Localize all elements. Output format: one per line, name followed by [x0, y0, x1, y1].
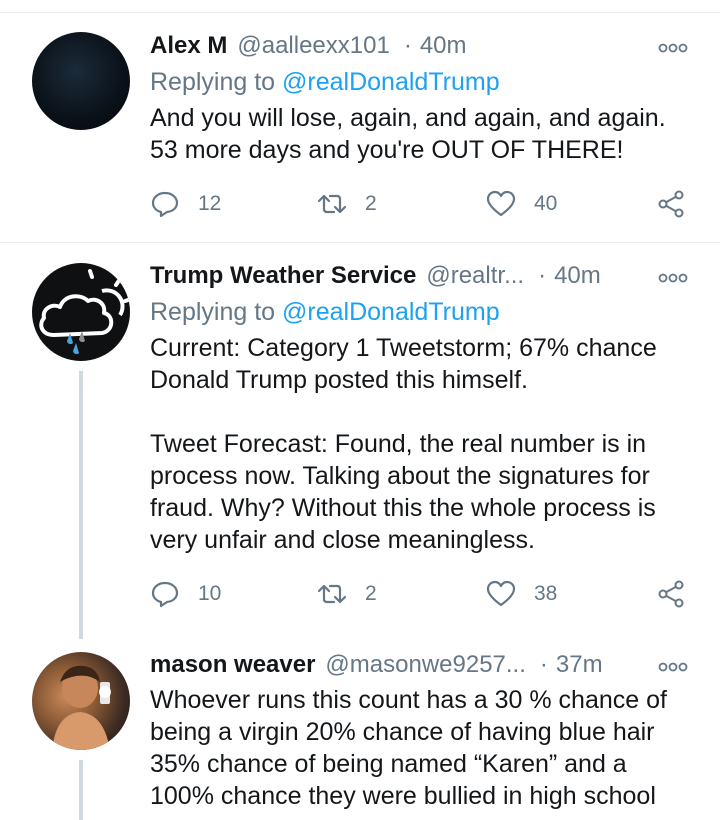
- tweet-header: Trump Weather Service @realtr... · 40m: [150, 259, 690, 293]
- tweet-text: And you will lose, again, and again, and…: [150, 104, 666, 164]
- like-button[interactable]: 40: [486, 186, 557, 222]
- retweet-button[interactable]: 2: [317, 576, 377, 612]
- author-name[interactable]: Trump Weather Service: [150, 262, 416, 290]
- retweet-button[interactable]: 2: [317, 186, 377, 222]
- avatar[interactable]: [32, 652, 130, 750]
- replying-to-line: Replying to @realDonaldTrump: [150, 65, 500, 99]
- more-icon[interactable]: [658, 271, 688, 285]
- like-count: 38: [534, 582, 558, 605]
- replying-prefix: Replying to: [150, 68, 283, 96]
- heart-icon: [486, 190, 516, 217]
- more-icon[interactable]: [658, 660, 688, 674]
- profile-photo: [52, 665, 111, 750]
- retweet-icon: [317, 584, 347, 604]
- author-name[interactable]: Alex M: [150, 32, 227, 60]
- reply-icon: [151, 191, 179, 218]
- author-handle[interactable]: @realtr...: [426, 262, 524, 290]
- tweet-trump-weather-service[interactable]: Trump Weather Service @realtr... · 40m R…: [0, 243, 720, 639]
- reply-count: 10: [198, 582, 222, 605]
- reply-count: 12: [198, 192, 222, 215]
- tweet-mason-weaver[interactable]: mason weaver @masonwe9257... · 37m Whoev…: [0, 632, 720, 820]
- separator-dot: ·: [539, 651, 548, 678]
- tweet-text: Whoever runs this count has a 30 % chanc…: [150, 686, 667, 810]
- mention-link[interactable]: @realDonaldTrump: [282, 68, 500, 96]
- replying-prefix: Replying to: [150, 298, 283, 326]
- retweet-count: 2: [365, 192, 377, 215]
- replying-to-line: Replying to @realDonaldTrump: [150, 295, 500, 329]
- timestamp[interactable]: 40m: [420, 32, 467, 60]
- timestamp[interactable]: 40m: [554, 262, 601, 290]
- reply-button[interactable]: 10: [150, 576, 221, 612]
- heart-icon: [486, 580, 516, 607]
- author-name[interactable]: mason weaver: [150, 651, 315, 679]
- retweet-icon: [317, 194, 347, 214]
- separator-dot: ·: [403, 32, 412, 59]
- share-icon: [658, 190, 684, 218]
- retweet-count: 2: [365, 582, 377, 605]
- like-button[interactable]: 38: [486, 576, 557, 612]
- author-handle[interactable]: @masonwe9257...: [325, 651, 525, 679]
- like-count: 40: [534, 192, 558, 215]
- separator-dot: ·: [538, 262, 547, 289]
- reply-button[interactable]: 12: [150, 186, 221, 222]
- tweet-text: Current: Category 1 Tweetstorm; 67% chan…: [150, 334, 657, 554]
- timestamp[interactable]: 37m: [556, 651, 603, 679]
- more-icon[interactable]: [658, 41, 688, 55]
- avatar[interactable]: [32, 263, 130, 361]
- share-button[interactable]: [656, 186, 686, 222]
- mention-link[interactable]: @realDonaldTrump: [282, 298, 500, 326]
- avatar[interactable]: [32, 32, 130, 130]
- action-bar: 12 2 40: [150, 186, 690, 222]
- thread-line: [79, 371, 83, 639]
- tweet-alex-m[interactable]: Alex M @aalleexx101 · 40m Replying to @r…: [0, 0, 720, 242]
- thread-line: [79, 760, 83, 820]
- weather-cloud-icon: [39, 269, 130, 355]
- tweet-header: Alex M @aalleexx101 · 40m: [150, 29, 690, 63]
- reply-icon: [151, 581, 179, 608]
- share-icon: [658, 580, 684, 608]
- share-button[interactable]: [656, 576, 686, 612]
- author-handle[interactable]: @aalleexx101: [237, 32, 389, 60]
- action-bar: 10 2 38: [150, 576, 690, 612]
- tweet-header: mason weaver @masonwe9257... · 37m: [150, 648, 690, 682]
